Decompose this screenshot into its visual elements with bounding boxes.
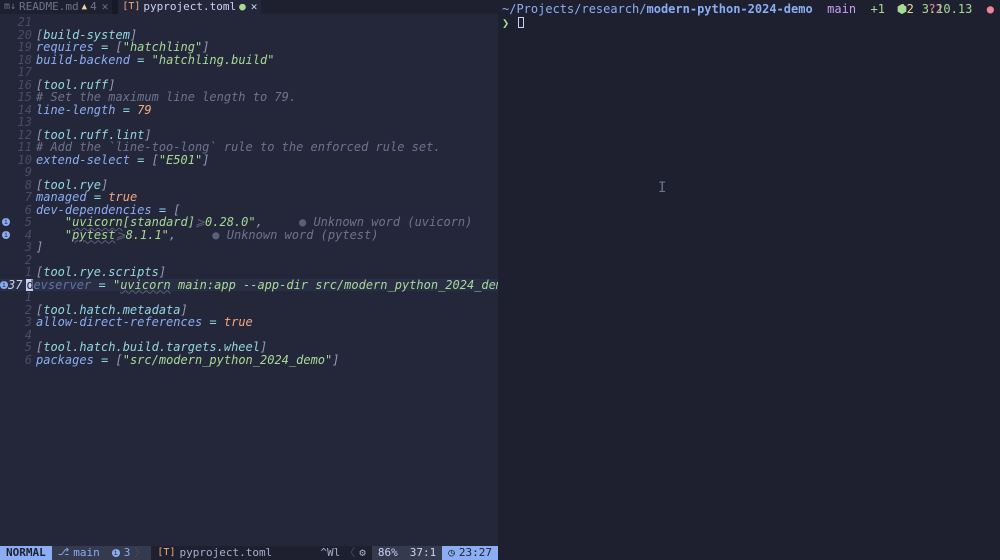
- tab-warn-count: 4: [90, 0, 97, 14]
- code-text: "pytest⩾8.1.1", ● Unknown word (pytest): [36, 229, 498, 242]
- line-number: 2: [12, 304, 36, 317]
- markdown-icon: m↓: [4, 0, 16, 14]
- line-number: 4: [12, 329, 36, 342]
- warning-icon: ▲: [82, 0, 87, 14]
- info-icon: i: [2, 218, 10, 226]
- info-icon: i: [112, 549, 120, 557]
- git-branch-icon: ⎇: [58, 546, 70, 560]
- line-number: 37: [8, 279, 26, 292]
- line-number: 1: [12, 266, 36, 279]
- close-icon[interactable]: ✕: [251, 0, 258, 14]
- branch-segment: ⎇ main: [52, 546, 106, 560]
- terminal-cursor: [518, 17, 524, 28]
- line-number: 9: [12, 166, 36, 179]
- clock-icon: ◷: [448, 546, 455, 560]
- editor-pane: m↓ README.md ▲ 4 ✕ [T] pyproject.toml ● …: [0, 0, 498, 560]
- code-text: extend-select = ["E501"]: [36, 154, 498, 167]
- close-icon[interactable]: ✕: [102, 0, 109, 14]
- code-editor[interactable]: 2120[build-system]19requires = ["hatchli…: [0, 14, 498, 546]
- line-number: 3: [12, 316, 36, 329]
- code-text: line-length = 79: [36, 104, 498, 117]
- python-icon: ⬢: [897, 2, 907, 16]
- info-icon: i: [2, 231, 10, 239]
- line-number: 6: [12, 204, 36, 217]
- tab-bar: m↓ README.md ▲ 4 ✕ [T] pyproject.toml ● …: [0, 0, 498, 14]
- encoding-segment: ^Wl 〈 ⚙: [314, 546, 372, 560]
- terminal-pane[interactable]: ~/Projects/research/modern-python-2024-d…: [498, 0, 1000, 560]
- info-icon: i: [0, 281, 8, 289]
- code-text: packages = ["src/modern_python_2024_demo…: [36, 354, 498, 367]
- line-number: 21: [12, 16, 36, 29]
- tab-readme[interactable]: m↓ README.md ▲ 4 ✕: [0, 0, 112, 14]
- modified-icon: ●: [239, 0, 246, 14]
- code-line[interactable]: 18build-backend = "hatchling.build": [0, 54, 498, 67]
- toml-icon: [T]: [157, 546, 175, 560]
- terminal-input-line[interactable]: ❯: [502, 16, 996, 30]
- toml-icon: [T]: [122, 0, 140, 14]
- line-number: 13: [12, 116, 36, 129]
- code-line[interactable]: i4 "pytest⩾8.1.1", ● Unknown word (pytes…: [0, 229, 498, 242]
- line-number: 10: [12, 154, 36, 167]
- code-text: allow-direct-references = true: [36, 316, 498, 329]
- position-segment: 37:1: [404, 546, 443, 560]
- lsp-icon: ⚙: [359, 546, 366, 560]
- line-number: 8: [12, 179, 36, 192]
- code-line[interactable]: 14line-length = 79: [0, 104, 498, 117]
- code-line[interactable]: 6packages = ["src/modern_python_2024_dem…: [0, 354, 498, 367]
- line-number: 5: [12, 216, 36, 229]
- line-number: 6: [12, 354, 36, 367]
- tab-label: pyproject.toml: [143, 0, 236, 14]
- code-line[interactable]: 10extend-select = ["E501"]: [0, 154, 498, 167]
- code-line[interactable]: i37devserver = "uvicorn main:app --app-d…: [0, 279, 498, 292]
- code-line[interactable]: 3allow-direct-references = true: [0, 316, 498, 329]
- diagnostics-segment: i 3 〉: [106, 546, 152, 560]
- tab-label: README.md: [19, 0, 79, 14]
- file-segment: [T] pyproject.toml: [151, 546, 278, 560]
- line-number: 1: [12, 291, 36, 304]
- clock-segment: ◷ 23:27: [442, 546, 498, 560]
- mode-segment: NORMAL: [0, 546, 52, 560]
- status-line: NORMAL ⎇ main i 3 〉 [T] pyproject.toml ^…: [0, 546, 498, 560]
- line-number: 19: [12, 41, 36, 54]
- tab-pyproject[interactable]: [T] pyproject.toml ● ✕: [118, 0, 261, 14]
- line-number: 5: [12, 341, 36, 354]
- code-line[interactable]: 3]: [0, 241, 498, 254]
- percent-segment: 86%: [372, 546, 404, 560]
- code-text: ]: [36, 241, 498, 254]
- line-number: 7: [12, 191, 36, 204]
- line-number: 11: [12, 141, 36, 154]
- line-number: 2: [12, 254, 36, 267]
- line-number: 3: [12, 241, 36, 254]
- text-cursor-icon: I: [658, 180, 659, 192]
- line-number: 15: [12, 91, 36, 104]
- line-number: 4: [12, 229, 36, 242]
- terminal-right-status: ⬢ 3.10.13 ●: [897, 2, 994, 16]
- code-text: build-backend = "hatchling.build": [36, 54, 498, 67]
- line-number: 17: [12, 66, 36, 79]
